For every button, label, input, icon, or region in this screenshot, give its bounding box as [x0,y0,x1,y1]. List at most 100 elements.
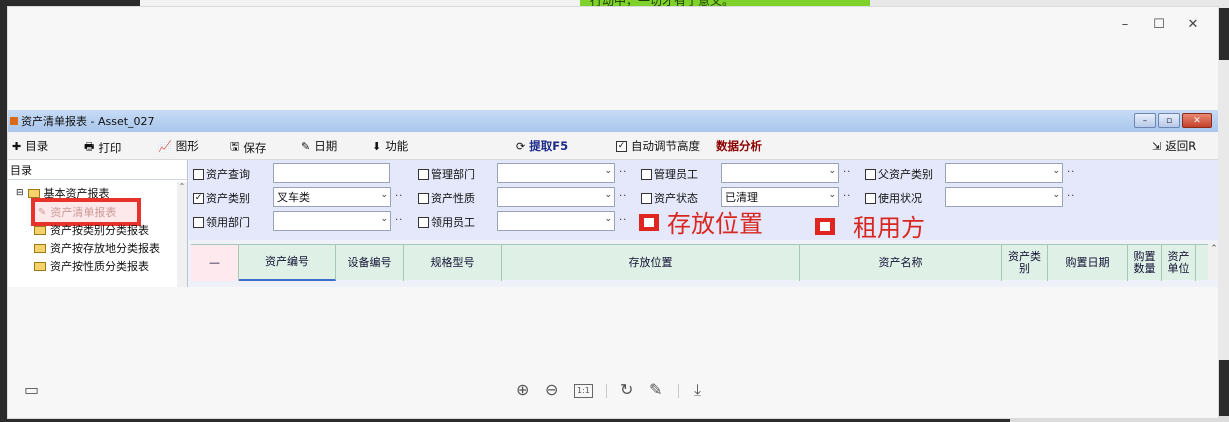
back-icon: ⇲ [1152,139,1162,153]
printer-icon: 🖶 [84,140,95,153]
app-close-button[interactable]: ✕ [1182,113,1212,128]
column-header-asset-unit[interactable]: 资产单位 [1162,245,1196,281]
asset-category-select[interactable]: 叉车类 ⌄ [273,187,391,207]
catalog-label: 目录 [25,139,49,153]
separator-dots: ·· [395,215,404,226]
tree-item-by-nature[interactable]: 资产按性质分类报表 [34,258,149,274]
tree-scrollbar[interactable]: ⌃ [177,182,187,287]
wand-icon: ✎ [301,139,311,153]
zoom-in-icon[interactable]: ⊕ [516,380,529,399]
auto-height-checkbox[interactable]: ✓ 自动调节高度 [616,138,700,154]
checkbox-icon [418,192,429,204]
parent-category-select[interactable]: ⌄ [945,163,1063,183]
chevron-down-icon: ⌄ [828,190,836,200]
edit-pen-icon[interactable]: ✎ [649,380,662,399]
column-header-indicator[interactable]: — [191,245,239,281]
back-button[interactable]: ⇲ 返回R [1152,138,1196,154]
save-button[interactable]: 🖫 保存 [230,138,266,157]
manage-dept-select[interactable]: ⌄ [497,163,615,183]
filter-row-1: 资产查询 管理部门 ⌄ ·· 管理员工 ⌄ ·· 父资产类别 ⌄ ·· [189,162,1220,186]
usage-status-checkbox[interactable]: 使用状况 [865,190,922,206]
tree-item-by-location[interactable]: 资产按存放地分类报表 [34,240,160,256]
manage-staff-checkbox[interactable]: 管理员工 [641,166,698,182]
separator-dots: ·· [619,167,628,178]
use-dept-select[interactable]: ⌄ [273,211,391,231]
filter-panel: 资产查询 管理部门 ⌄ ·· 管理员工 ⌄ ·· 父资产类别 ⌄ ·· ✓ 资产… [189,160,1220,242]
manage-dept-label: 管理部门 [431,168,475,181]
folder-icon [34,225,46,235]
separator-dots: ·· [619,191,628,202]
asset-category-checkbox[interactable]: ✓ 资产类别 [193,190,250,206]
actual-size-label: 1:1 [574,384,593,398]
checkbox-checked-icon: ✓ [616,140,627,152]
use-staff-checkbox[interactable]: 领用员工 [418,214,475,230]
column-header-spec-model[interactable]: 规格型号 [404,245,502,281]
app-restore-button[interactable]: ▫ [1158,113,1180,128]
column-header-asset-no[interactable]: 资产编号 [239,245,336,281]
separator-dots: ·· [619,215,628,226]
asset-nature-select[interactable]: ⌄ [497,187,615,207]
asset-nature-checkbox[interactable]: 资产性质 [418,190,475,206]
minimize-button[interactable]: – [1108,13,1142,35]
manage-dept-checkbox[interactable]: 管理部门 [418,166,475,182]
column-header-location[interactable]: 存放位置 [502,245,800,281]
checkbox-icon [865,192,876,204]
tree-item-label: 资产按类别分类报表 [50,224,149,237]
toolbar-separator [678,384,679,398]
separator-dots: ·· [843,191,852,202]
actual-size-button[interactable]: 1:1 [574,384,593,398]
scroll-up-icon: ⌃ [1210,244,1218,254]
manage-staff-select[interactable]: ⌄ [721,163,839,183]
function-button[interactable]: ⬇ 功能 [372,138,408,154]
column-header-purchase-qty[interactable]: 购置数量 [1128,245,1162,281]
column-header-purchase-date[interactable]: 购置日期 [1048,245,1128,281]
chevron-down-icon: ⌄ [828,166,836,176]
tree-item-label: 资产按性质分类报表 [50,260,149,273]
viewer-side-scrollbar[interactable] [1218,60,1229,360]
use-dept-checkbox[interactable]: 领用部门 [193,214,250,230]
data-analysis-button[interactable]: 数据分析 [716,138,762,154]
embedded-screenshot: 资产清单报表 - Asset_027 – ▫ ✕ ✚ 目录 🖶 打印 📈 图形 … [8,110,1220,287]
tree-item-by-category[interactable]: 资产按类别分类报表 [34,222,149,238]
rotate-icon[interactable]: ↻ [620,380,633,399]
asset-category-value: 叉车类 [277,191,310,204]
asset-query-checkbox[interactable]: 资产查询 [193,166,250,182]
column-header-category[interactable]: 资产类别 [1002,245,1048,281]
date-button[interactable]: ✎ 日期 [301,138,337,154]
extract-button[interactable]: ⟳ 提取F5 [516,138,568,154]
asset-grid-header: — 资产编号 设备编号 规格型号 存放位置 资产名称 资产类别 购置日期 购置数… [191,244,1208,281]
separator-dots: ·· [843,167,852,178]
parent-category-label: 父资产类别 [878,168,933,181]
chevron-down-icon: ⌄ [1052,190,1060,200]
app-toolbar: ✚ 目录 🖶 打印 📈 图形 🖫 保存 ✎ 日期 ⬇ 功能 ⟳ 提取F5 ✓ 自… [8,132,1220,160]
app-content: 目录 ⊟ 基本资产报表 ✎ 资产清单报表 资产按类别分类报表 资产按存放地分类报… [8,160,1220,287]
folder-open-icon [27,188,40,198]
zoom-out-icon[interactable]: ⊖ [545,380,558,399]
plus-icon: ✚ [12,139,22,153]
tree-expand-icon: ⊟ [16,188,24,198]
thumbnail-strip-icon[interactable]: ▭ [24,380,39,399]
column-header-asset-name[interactable]: 资产名称 [800,245,1002,281]
close-button[interactable]: ✕ [1176,13,1210,35]
usage-status-select[interactable]: ⌄ [945,187,1063,207]
checkbox-icon [865,168,876,180]
asset-query-input[interactable] [273,163,390,183]
filter-row-3: 领用部门 ⌄ ·· 领用员工 ⌄ ·· 存放位置 租用方 [189,210,1220,242]
tree-item-asset-list[interactable]: ✎ 资产清单报表 [38,204,116,220]
function-label: 功能 [385,139,409,153]
parent-category-checkbox[interactable]: 父资产类别 [865,166,933,182]
asset-nature-label: 资产性质 [431,192,475,205]
refresh-icon: ⟳ [516,139,526,153]
chart-button[interactable]: 📈 图形 [158,138,199,154]
use-staff-select[interactable]: ⌄ [497,211,615,231]
usage-status-label: 使用状况 [878,192,922,205]
asset-status-value: 已清理 [725,191,758,204]
back-label: 返回R [1165,139,1197,153]
print-button[interactable]: 🖶 打印 [84,138,121,157]
app-minimize-button[interactable]: – [1134,113,1156,128]
column-header-device-no[interactable]: 设备编号 [336,245,404,281]
chart-icon: 📈 [158,139,172,153]
catalog-button[interactable]: ✚ 目录 [12,138,48,154]
download-icon[interactable]: ⤓ [694,380,701,400]
maximize-button[interactable]: ☐ [1142,13,1176,35]
